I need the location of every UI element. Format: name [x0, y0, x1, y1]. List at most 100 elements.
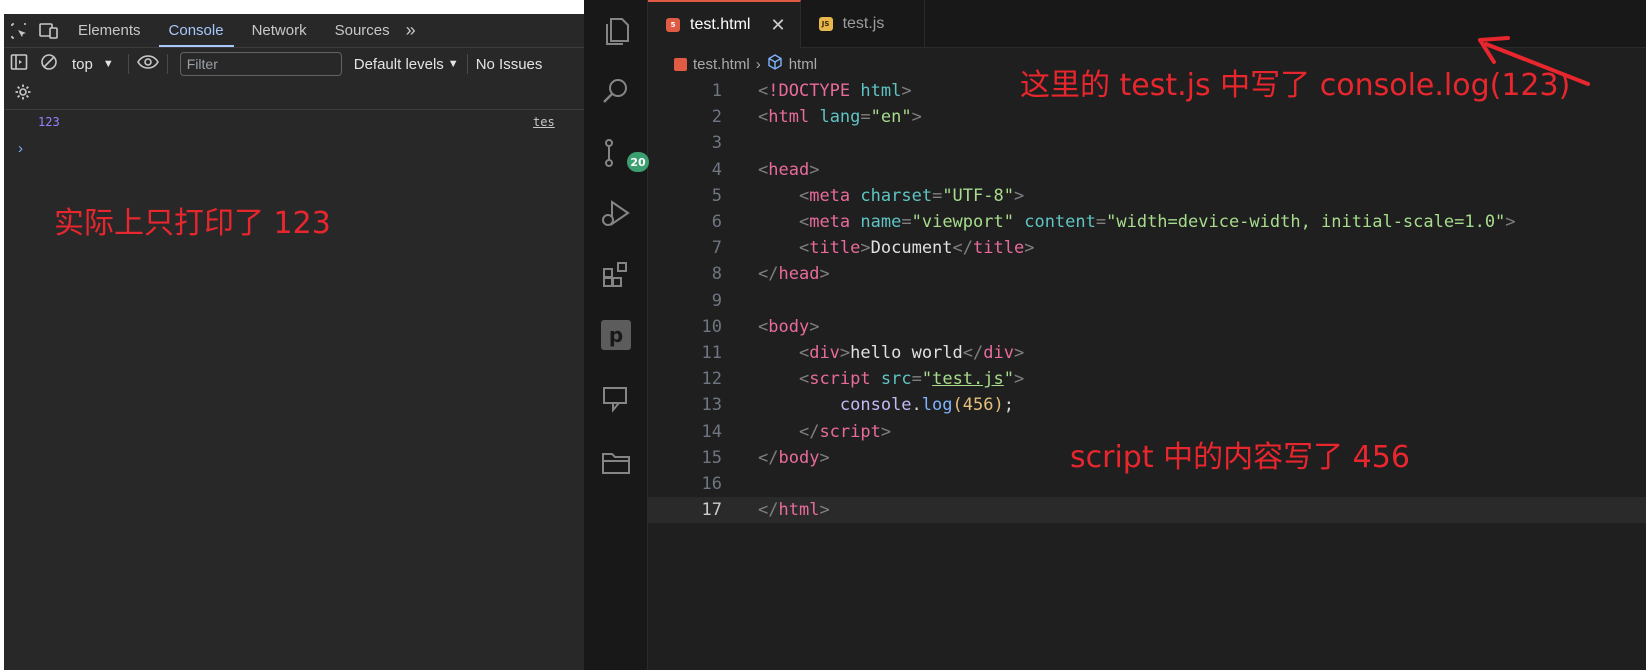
console-prompt[interactable]: ›: [4, 134, 584, 162]
filter-input[interactable]: [179, 52, 342, 76]
devtools-tabbar: Elements Console Network Sources »: [4, 14, 584, 48]
pinterest-p-icon[interactable]: p: [599, 318, 633, 352]
code-token: 456: [962, 395, 994, 416]
tab-label: test.js: [842, 15, 885, 32]
code-token: html: [778, 500, 820, 521]
divider: [466, 54, 468, 74]
line-number: 13: [701, 395, 722, 416]
code-token: lang: [819, 107, 861, 128]
code-token-link[interactable]: test.js: [932, 369, 1004, 389]
divider: [166, 54, 168, 74]
tab-elements[interactable]: Elements: [64, 14, 155, 47]
line-number: 7: [711, 238, 722, 259]
breadcrumb-file[interactable]: test.html: [693, 56, 750, 73]
editor-tab-test-html[interactable]: 5 test.html ✕: [648, 0, 801, 48]
code-token: Document: [870, 238, 953, 259]
code-token: script: [809, 369, 871, 390]
breadcrumb: test.html › html: [674, 52, 817, 76]
sidebar-toggle-icon[interactable]: [10, 53, 28, 76]
code-line: 3: [648, 130, 1646, 156]
js-icon: JS: [818, 17, 833, 31]
annotation-left: 实际上只打印了 123: [54, 206, 331, 241]
remote-chat-icon[interactable]: [599, 382, 633, 416]
activity-bar: 20 p: [584, 0, 649, 670]
gear-icon[interactable]: [14, 83, 32, 106]
editor-tab-test-js[interactable]: JS test.js: [801, 0, 926, 48]
code-token: meta: [809, 212, 851, 233]
line-number: 9: [711, 290, 722, 311]
log-message: 123: [38, 115, 60, 129]
line-number: 17: [701, 500, 722, 521]
console-output: 123 tes › 实际上只打印了 123: [4, 110, 584, 670]
context-select[interactable]: top ▼: [66, 56, 120, 73]
line-number: 12: [701, 369, 722, 390]
code-token: "en": [870, 107, 912, 128]
line-number: 2: [711, 107, 722, 128]
code-token: content: [1024, 212, 1096, 233]
line-number: 8: [711, 264, 722, 285]
run-debug-icon[interactable]: [599, 196, 633, 230]
chevron-down-icon: ▼: [447, 58, 459, 70]
tab-console[interactable]: Console: [155, 14, 238, 47]
breadcrumb-symbol[interactable]: html: [789, 56, 817, 73]
line-number: 14: [701, 421, 722, 442]
issues-counter[interactable]: No Issues: [476, 56, 543, 73]
code-line: 12 <script src="test.js">: [648, 366, 1646, 392]
code-token: log: [921, 395, 953, 416]
code-token: head: [768, 159, 810, 180]
code-token: title: [973, 238, 1025, 259]
code-line-current: 17 </html>: [648, 497, 1646, 524]
more-tabs-icon[interactable]: »: [404, 14, 416, 47]
code-token: console: [839, 395, 912, 416]
tab-sources[interactable]: Sources: [321, 14, 404, 47]
cube-icon: [767, 54, 783, 74]
divider: [127, 54, 129, 74]
chevron-right-icon: ›: [755, 55, 761, 73]
line-number: 4: [711, 159, 722, 180]
device-toolbar-icon[interactable]: [34, 14, 64, 47]
code-token: "UTF-8": [942, 185, 1014, 206]
folder-icon[interactable]: [599, 446, 633, 480]
inspect-element-icon[interactable]: [4, 14, 34, 47]
explorer-files-icon[interactable]: [599, 14, 633, 48]
close-icon[interactable]: ✕: [770, 15, 785, 36]
clear-console-icon[interactable]: [40, 53, 58, 76]
line-number: 15: [701, 447, 722, 468]
code-token: title: [809, 238, 861, 259]
code-line: 5 <meta charset="UTF-8">: [648, 183, 1646, 209]
code-token: meta: [809, 185, 851, 206]
console-toolbar: top ▼ Default levels ▼ No Issues: [4, 48, 584, 80]
annotation-mid: script 中的内容写了 456: [1070, 440, 1410, 475]
line-number: 11: [701, 342, 722, 363]
scm-badge: 20: [627, 152, 649, 172]
log-source-link[interactable]: tes: [533, 115, 555, 129]
html5-icon: 5: [666, 18, 680, 32]
code-token: script: [819, 421, 881, 442]
log-levels-label: Default levels: [353, 55, 444, 73]
code-line: 10 <body>: [648, 314, 1646, 340]
devtools-panel: Elements Console Network Sources » top ▼…: [4, 14, 584, 670]
extensions-icon[interactable]: [599, 258, 633, 292]
line-number: 16: [701, 473, 722, 494]
code-line: 4 <head>: [648, 157, 1646, 183]
code-token: !DOCTYPE: [768, 81, 851, 102]
html5-icon: [674, 57, 687, 71]
code-token: "width=device-width, initial-scale=1.0": [1106, 212, 1506, 233]
code-token: div: [983, 342, 1014, 363]
log-levels-select[interactable]: Default levels ▼: [354, 56, 459, 73]
annotation-top: 这里的 test.js 中写了 console.log(123): [1020, 68, 1571, 103]
code-token: name: [860, 212, 902, 233]
line-number: 3: [711, 133, 722, 154]
source-control-icon[interactable]: 20: [599, 136, 649, 172]
code-token: hello world: [850, 342, 963, 363]
tab-network[interactable]: Network: [238, 14, 321, 47]
code-token: div: [809, 342, 840, 363]
code-token: html: [768, 107, 810, 128]
code-token: body: [768, 316, 810, 337]
search-icon[interactable]: [599, 74, 633, 108]
eye-icon[interactable]: [136, 54, 159, 75]
code-line: 9: [648, 288, 1646, 314]
tab-label: test.html: [690, 16, 751, 33]
svg-text:p: p: [609, 323, 623, 347]
code-line: 7 <title>Document</title>: [648, 235, 1646, 261]
